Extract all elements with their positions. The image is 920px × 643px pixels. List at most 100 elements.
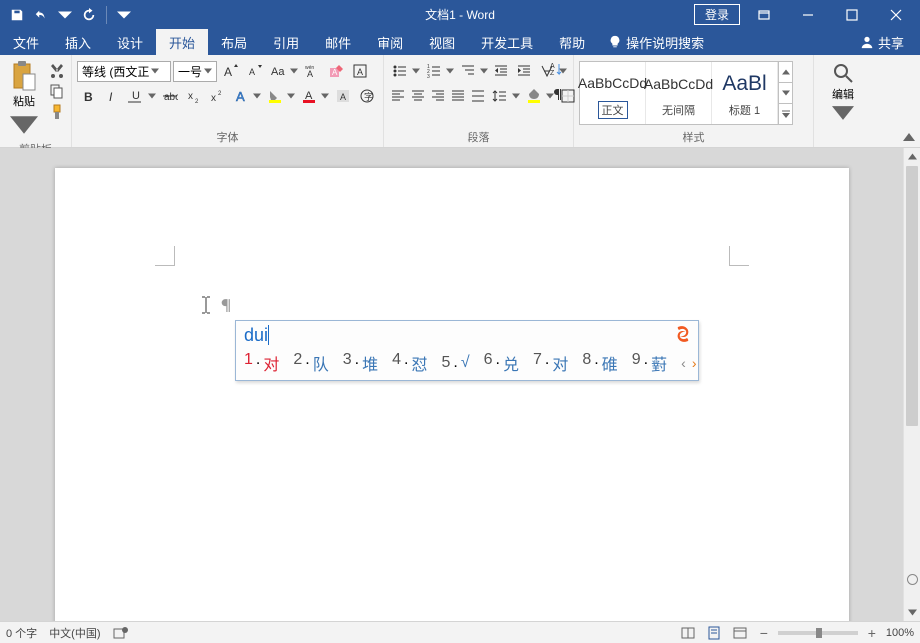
undo-dropdown[interactable] bbox=[54, 4, 76, 26]
tab-review[interactable]: 审阅 bbox=[364, 29, 416, 55]
grow-font-button[interactable]: A bbox=[219, 60, 241, 82]
close-button[interactable] bbox=[876, 2, 916, 28]
ime-candidate-2[interactable]: 2.队 bbox=[293, 351, 328, 375]
tab-design[interactable]: 设计 bbox=[104, 29, 156, 55]
tab-layout[interactable]: 布局 bbox=[208, 29, 260, 55]
sort-button[interactable]: AZ bbox=[545, 58, 567, 80]
tell-me-search[interactable]: 操作说明搜索 bbox=[598, 29, 714, 55]
scroll-down-button[interactable] bbox=[904, 604, 920, 621]
ime-candidate-5[interactable]: 5.√ bbox=[442, 354, 470, 372]
distribute-button[interactable] bbox=[469, 85, 487, 107]
page[interactable] bbox=[55, 168, 849, 621]
shrink-font-button[interactable]: A bbox=[243, 60, 265, 82]
maximize-button[interactable] bbox=[832, 2, 872, 28]
strikethrough-button[interactable]: abc bbox=[159, 85, 181, 107]
zoom-level[interactable]: 100% bbox=[886, 627, 914, 639]
change-case-button[interactable]: Aa bbox=[267, 60, 289, 82]
font-size-combo[interactable]: 一号 bbox=[173, 61, 217, 82]
align-right-button[interactable] bbox=[429, 85, 447, 107]
shading-button[interactable] bbox=[523, 85, 545, 107]
qat-customize[interactable] bbox=[113, 4, 135, 26]
chevron-down-icon[interactable] bbox=[445, 60, 455, 82]
style-heading-1[interactable]: AaBl 标题 1 bbox=[712, 62, 778, 124]
chevron-down-icon[interactable] bbox=[147, 85, 157, 107]
gallery-down-button[interactable] bbox=[779, 83, 792, 104]
tab-developer[interactable]: 开发工具 bbox=[468, 29, 546, 55]
tab-file[interactable]: 文件 bbox=[0, 29, 52, 55]
enclose-character-button[interactable]: 字 bbox=[356, 85, 378, 107]
chevron-down-icon[interactable] bbox=[411, 60, 421, 82]
login-button[interactable]: 登录 bbox=[694, 4, 740, 25]
highlight-button[interactable] bbox=[264, 85, 286, 107]
increase-indent-button[interactable] bbox=[514, 60, 535, 82]
read-mode-button[interactable] bbox=[678, 624, 698, 642]
multilevel-list-button[interactable] bbox=[457, 60, 479, 82]
scroll-up-button[interactable] bbox=[904, 148, 920, 165]
format-painter-button[interactable] bbox=[47, 102, 67, 122]
zoom-in-button[interactable]: + bbox=[864, 625, 880, 641]
chevron-down-icon[interactable] bbox=[511, 85, 521, 107]
character-border-button[interactable]: A bbox=[349, 60, 371, 82]
clear-formatting-button[interactable]: A bbox=[325, 60, 347, 82]
ime-candidate-7[interactable]: 7.对 bbox=[533, 351, 568, 375]
macro-record-button[interactable] bbox=[113, 626, 129, 640]
line-spacing-button[interactable] bbox=[489, 85, 511, 107]
font-name-combo[interactable]: 等线 (西文正 bbox=[77, 61, 171, 82]
style-normal[interactable]: AaBbCcDd 正文 bbox=[580, 62, 646, 124]
object-browse-button[interactable] bbox=[907, 574, 918, 585]
justify-button[interactable] bbox=[449, 85, 467, 107]
tab-help[interactable]: 帮助 bbox=[546, 29, 598, 55]
gallery-up-button[interactable] bbox=[779, 62, 792, 83]
cut-button[interactable] bbox=[47, 60, 67, 80]
decrease-indent-button[interactable] bbox=[491, 60, 512, 82]
print-layout-button[interactable] bbox=[704, 624, 724, 642]
align-center-button[interactable] bbox=[409, 85, 427, 107]
character-shading-button[interactable]: A bbox=[332, 85, 354, 107]
bullets-button[interactable] bbox=[389, 60, 411, 82]
share-button[interactable]: 共享 bbox=[844, 29, 920, 55]
subscript-button[interactable]: x2 bbox=[183, 85, 205, 107]
gallery-more-button[interactable] bbox=[779, 104, 792, 124]
ime-candidate-1[interactable]: 1.对 bbox=[244, 351, 279, 375]
text-effects-button[interactable]: A bbox=[230, 85, 252, 107]
italic-button[interactable]: I bbox=[101, 85, 123, 107]
document-scroll[interactable] bbox=[0, 148, 903, 621]
language-status[interactable]: 中文(中国) bbox=[49, 625, 100, 641]
ime-next-page[interactable]: › bbox=[692, 355, 697, 371]
numbering-button[interactable]: 123 bbox=[423, 60, 445, 82]
word-count[interactable]: 0 个字 bbox=[6, 625, 37, 641]
web-layout-button[interactable] bbox=[730, 624, 750, 642]
chevron-down-icon[interactable] bbox=[286, 85, 296, 107]
chevron-down-icon[interactable] bbox=[479, 60, 489, 82]
underline-button[interactable]: U bbox=[125, 85, 147, 107]
undo-button[interactable] bbox=[30, 4, 52, 26]
collapse-ribbon-button[interactable] bbox=[901, 129, 917, 145]
chevron-down-icon[interactable] bbox=[320, 85, 330, 107]
minimize-button[interactable] bbox=[788, 2, 828, 28]
paste-button[interactable]: 粘贴 bbox=[5, 58, 43, 141]
save-button[interactable] bbox=[6, 4, 28, 26]
ime-candidate-9[interactable]: 9.薱 bbox=[632, 351, 667, 375]
tab-mailings[interactable]: 邮件 bbox=[312, 29, 364, 55]
ime-candidate-4[interactable]: 4.怼 bbox=[392, 351, 427, 375]
phonetic-guide-button[interactable]: wénA bbox=[301, 60, 323, 82]
redo-button[interactable] bbox=[78, 4, 100, 26]
ime-candidate-8[interactable]: 8.碓 bbox=[582, 351, 617, 375]
align-left-button[interactable] bbox=[389, 85, 407, 107]
ime-prev-page[interactable]: ‹ bbox=[681, 355, 686, 371]
find-button[interactable]: 编辑 bbox=[825, 62, 861, 124]
ime-candidate-6[interactable]: 6.兑 bbox=[484, 351, 519, 375]
tab-references[interactable]: 引用 bbox=[260, 29, 312, 55]
style-no-spacing[interactable]: AaBbCcDd 无间隔 bbox=[646, 62, 712, 124]
zoom-out-button[interactable]: − bbox=[756, 625, 772, 641]
show-hide-button[interactable] bbox=[545, 83, 567, 105]
ime-candidate-3[interactable]: 3.堆 bbox=[343, 351, 378, 375]
bold-button[interactable]: B bbox=[77, 85, 99, 107]
zoom-thumb[interactable] bbox=[816, 628, 822, 638]
superscript-button[interactable]: x2 bbox=[206, 85, 228, 107]
zoom-track[interactable] bbox=[778, 631, 858, 635]
copy-button[interactable] bbox=[47, 81, 67, 101]
tab-insert[interactable]: 插入 bbox=[52, 29, 104, 55]
scroll-thumb[interactable] bbox=[906, 166, 918, 426]
font-color-button[interactable]: A bbox=[298, 85, 320, 107]
